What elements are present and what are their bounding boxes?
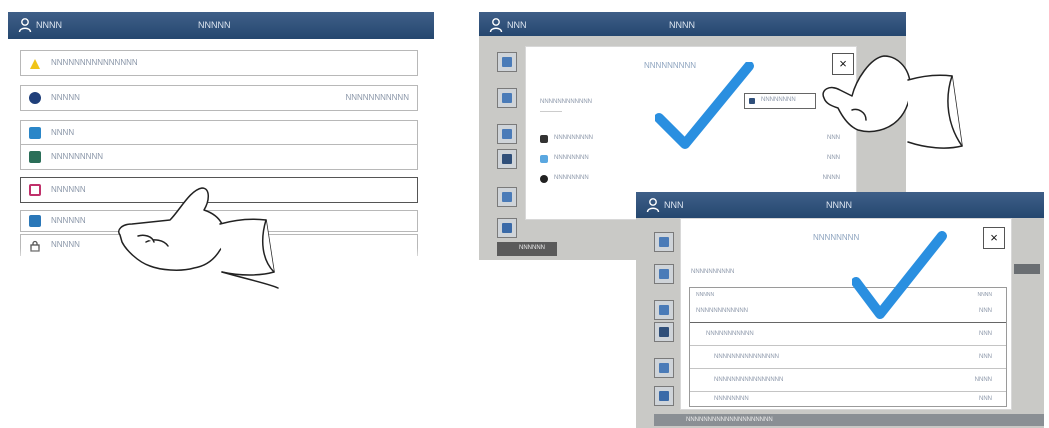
- panel2-header: NNN NNNN: [479, 12, 906, 36]
- device-row[interactable]: NNNNNNNN NNNN: [540, 173, 840, 185]
- panel1-header: NNNN NNNNN: [8, 12, 434, 39]
- tablet-icon: [29, 215, 41, 227]
- row-label: NNNNNN: [51, 216, 86, 225]
- table-row[interactable]: NNNNNNNNNNNNNNNN NNNN: [690, 369, 1006, 392]
- page-title: NNNN: [669, 20, 695, 30]
- sidebar-tile[interactable]: [654, 300, 674, 320]
- square-icon: [29, 184, 41, 196]
- sidebar-tile[interactable]: [654, 358, 674, 378]
- row-label: NNNNN: [51, 93, 80, 102]
- sidebar-tile[interactable]: [497, 124, 517, 144]
- dialog-subtitle: NNNNNNNNNNNN: [540, 99, 592, 105]
- row-label: NNNNNNNNNNNNNNN: [51, 58, 138, 67]
- settings-row-pause[interactable]: NNNN: [20, 120, 418, 146]
- footer-label: NNNNNNNNNNNNNNNNNNNN: [686, 417, 773, 423]
- side-toggle[interactable]: [1014, 264, 1040, 274]
- network-icon: [29, 151, 41, 163]
- device-list-dialog: NNNNNNNN × NNNNNNNNNN NNNNN NNNN NNNNNNN…: [680, 218, 1012, 410]
- sidebar-tile[interactable]: [654, 322, 674, 342]
- checkmark-icon: [852, 231, 947, 319]
- warning-icon: [29, 57, 41, 69]
- sidebar-tile[interactable]: [497, 149, 517, 169]
- user-name: NNN: [664, 200, 684, 210]
- device-icon: [540, 135, 548, 143]
- sidebar-tile[interactable]: [497, 187, 517, 207]
- table-row[interactable]: NNNNNNNN NNN: [690, 392, 1006, 405]
- row-label: NNNN: [51, 128, 75, 137]
- device-screen-3: NNN NNNN NNNNNNNNNNNNNNNNNNNN NNNNNNNN ×…: [636, 192, 1044, 428]
- pause-icon: [29, 127, 41, 139]
- checkmark-icon: [655, 62, 754, 149]
- person-icon[interactable]: [489, 17, 503, 36]
- sidebar-tile[interactable]: [654, 232, 674, 252]
- pointing-hand-icon: [822, 55, 963, 149]
- person-icon[interactable]: [18, 17, 32, 36]
- close-button[interactable]: ×: [983, 227, 1005, 249]
- page-title: NNNNN: [198, 20, 231, 30]
- settings-row-warning[interactable]: NNNNNNNNNNNNNNN: [20, 50, 418, 76]
- table-row[interactable]: NNNNNNNNNNN NNN: [690, 323, 1006, 346]
- row-label: NNNNNN: [51, 185, 86, 194]
- device-icon: [540, 155, 548, 163]
- footer-label: NNNNNN: [519, 245, 545, 251]
- column-header: NNNN: [977, 292, 992, 298]
- settings-row-info[interactable]: NNNNN NNNNNNNNNNN: [20, 85, 418, 111]
- sidebar-tile[interactable]: [497, 218, 517, 238]
- page-title: NNNN: [826, 200, 852, 210]
- sidebar-tile[interactable]: [654, 386, 674, 406]
- dialog-subtitle: NNNNNNNNNN: [691, 269, 735, 275]
- sidebar-tile[interactable]: [497, 52, 517, 72]
- row-label: NNNNNNNNN: [51, 152, 103, 161]
- device-row[interactable]: NNNNNNNN NNN: [540, 153, 840, 165]
- panel3-header: NNN NNNN: [636, 192, 1044, 218]
- row-value: NNNNNNNNNNN: [345, 93, 409, 102]
- user-name: NNN: [507, 20, 527, 30]
- divider: [540, 111, 562, 112]
- footer-bar: NNNNNNNNNNNNNNNNNNNN: [654, 414, 1044, 426]
- pointing-hand-icon: [118, 187, 279, 289]
- device-icon: [540, 175, 548, 183]
- settings-row-network[interactable]: NNNNNNNNN: [20, 144, 418, 170]
- device-table: NNNNN NNNN NNNNNNNNNNNN NNN NNNNNNNNNNN …: [689, 287, 1007, 407]
- column-header: NNNNN: [696, 292, 715, 298]
- info-icon: [29, 92, 41, 104]
- sidebar-tile[interactable]: [497, 88, 517, 108]
- footer-bar: NNNNNN: [497, 242, 557, 256]
- table-row[interactable]: NNNNNNNNNNNNNNN NNN: [690, 346, 1006, 369]
- sidebar-tile[interactable]: [654, 264, 674, 284]
- pair-button-label: NNNNNNNN: [761, 97, 796, 103]
- user-name: NNNN: [36, 20, 62, 30]
- person-icon[interactable]: [646, 197, 660, 216]
- table-row[interactable]: NNNNNNNNNNNN NNN: [690, 300, 1006, 323]
